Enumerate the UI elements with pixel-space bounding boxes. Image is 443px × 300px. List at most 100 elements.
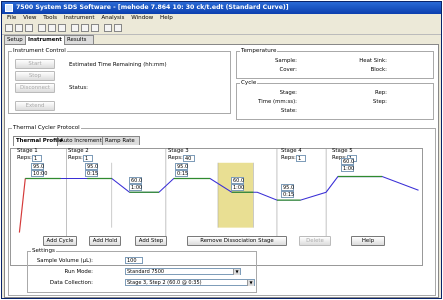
sample-temp-label: Sample: [274,58,297,64]
run-mode-select[interactable]: Standard 7500 ▼ [125,268,241,275]
protocol-title: Thermal Cycler Protocol [12,125,81,131]
menu-file[interactable]: File [7,15,16,21]
selected-step-highlight [217,162,254,228]
menu-tools[interactable]: Tools [43,15,57,21]
window-title: 7500 System SDS Software - [mehode 7.864… [16,4,289,11]
time-label: Time (mm:ss): [258,99,297,105]
menu-analysis[interactable]: Analysis [101,15,124,21]
tab-thermal-profile[interactable]: Thermal Profile [13,136,63,146]
step-temp[interactable]: 95.0 [281,184,294,191]
remove-dissociation-stage-button[interactable]: Remove Dissociation Stage [187,236,287,246]
help-icon[interactable] [114,24,122,32]
step-time[interactable]: 0:15 [281,191,294,198]
instrument-control-group: Instrument Control Start Stop Disconnect… [8,48,231,114]
cover-temp-label: Cover: [279,67,297,73]
step-time[interactable]: 1:00 [129,184,142,191]
add-step-button[interactable]: Add Step [135,236,167,246]
cycle-group: Cycle Stage: Time (mm:ss): State: Rep: S… [236,80,434,120]
data-collection-label: Data Collection: [49,280,93,286]
thermal-profile-chart[interactable] [10,148,423,266]
step-time[interactable]: 0:15 [175,170,188,177]
menu-bar: File View Tools Instrument Analysis Wind… [2,14,441,23]
data-collection-value: Stage 3, Step 2 (60.0 @ 0:35) [127,280,202,286]
open-icon[interactable] [15,24,23,32]
step-temp[interactable]: 60.0 [231,177,244,184]
time-remaining-label: Estimated Time Remaining (hh:mm) [69,62,167,68]
heat-sink-label: Heat Sink: [359,58,387,64]
title-bar: 7500 System SDS Software - [mehode 7.864… [2,2,441,14]
tab-instrument[interactable]: Instrument [25,35,65,45]
status-label: Status: [69,85,88,91]
run-mode-label: Run Mode: [64,269,93,275]
data-collection-select[interactable]: Stage 3, Step 2 (60.0 @ 0:35) ▼ [125,279,255,286]
menu-view[interactable]: View [23,15,36,21]
block-temp-label: Block: [370,67,387,73]
reps-label: Reps: [168,155,183,161]
tab-setup[interactable]: Setup [4,35,26,44]
reps-label: Reps: [68,155,83,161]
stage-4-label: Stage 4 [281,148,302,154]
step-temp[interactable]: 95.0 [175,163,188,170]
sample-volume-label: Sample Volume (µL): [36,258,93,264]
app-window: 7500 System SDS Software - [mehode 7.864… [1,1,442,299]
step-time[interactable]: 0:15 [85,170,98,177]
menu-window[interactable]: Window [131,15,153,21]
app-icon [5,4,13,12]
new-icon[interactable] [5,24,13,32]
menu-instrument[interactable]: Instrument [64,15,95,21]
extend-button[interactable]: Extend [15,101,55,111]
step-temp[interactable]: 95.0 [31,163,44,170]
step-label: Step: [372,99,387,105]
delete-button[interactable]: Delete [299,236,331,246]
stage-1-label: Stage 1 [17,148,38,154]
step-temp[interactable]: 95.0 [85,163,98,170]
stage-3-reps[interactable]: 40 [183,155,195,162]
toolbar [2,23,441,35]
step-temp[interactable]: 60.0 [129,177,142,184]
stage-label: Stage: [279,90,297,96]
tab-ramp-rate[interactable]: Ramp Rate [102,136,140,145]
step-temp[interactable]: 60.0 [341,158,354,165]
temperature-title: Temperature [240,48,278,54]
chevron-down-icon[interactable]: ▼ [247,280,254,286]
cut-icon[interactable] [48,24,56,32]
paste-icon[interactable] [71,24,79,32]
rep-label: Rep: [374,90,387,96]
temperature-group: Temperature Sample: Cover: Heat Sink: Bl… [236,48,434,79]
reps-label: Reps: [281,155,296,161]
reps-label: Reps: [17,155,32,161]
help-button[interactable]: Help [351,236,385,246]
step-time[interactable]: 1:00 [231,184,244,191]
run-icon[interactable] [91,24,99,32]
stop-button[interactable]: Stop [15,71,55,81]
save-icon[interactable] [25,24,33,32]
tab-auto-increment[interactable]: Auto Increment [57,136,103,145]
step-time[interactable]: 10:00 [31,170,47,177]
print-icon[interactable] [38,24,46,32]
start-button[interactable]: Start [15,59,55,69]
disconnect-button[interactable]: Disconnect [15,83,55,93]
add-cycle-button[interactable]: Add Cycle [43,236,77,246]
chevron-down-icon[interactable]: ▼ [233,269,240,275]
menu-help[interactable]: Help [160,15,173,21]
sample-volume-input[interactable]: 100 [125,257,143,264]
stage-4-reps[interactable]: 1 [296,155,306,162]
copy-icon[interactable] [58,24,66,32]
initial-ramp-line [18,178,26,233]
stage-3-label: Stage 3 [168,148,189,154]
step-time[interactable]: 1:00 [341,165,354,172]
state-label: State: [280,108,297,114]
run-mode-value: Standard 7500 [127,269,165,275]
grid-icon[interactable] [81,24,89,32]
stage-2-reps[interactable]: 1 [83,155,93,162]
add-hold-button[interactable]: Add Hold [89,236,121,246]
stage-1-reps[interactable]: 1 [32,155,42,162]
instrument-control-title: Instrument Control [12,48,67,54]
instrument-panel: Instrument Control Start Stop Disconnect… [4,44,439,298]
cycle-title: Cycle [240,80,258,86]
find-icon[interactable] [104,24,112,32]
stage-2-label: Stage 2 [68,148,89,154]
settings-title: Settings [31,248,56,254]
stage-5-label: Stage 5 [332,148,353,154]
tab-results[interactable]: Results [64,35,94,44]
